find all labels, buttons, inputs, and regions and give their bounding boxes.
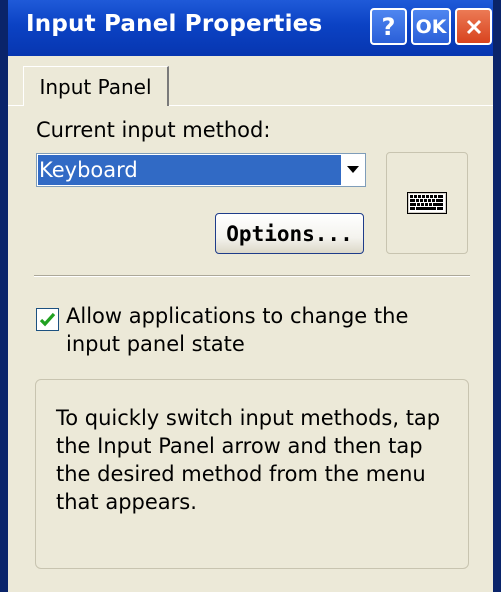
dropdown-button[interactable] (343, 157, 363, 183)
window-border-right (493, 0, 501, 592)
tab-label: Input Panel (39, 74, 152, 99)
checkmark-icon (39, 312, 56, 327)
keyboard-preview (386, 152, 468, 254)
properties-window: Input Panel Properties ? OK Input Panel … (0, 0, 501, 592)
help-icon: ? (381, 12, 396, 41)
ok-button[interactable]: OK (411, 8, 451, 45)
allow-change-label[interactable]: Allow applications to change the input p… (66, 302, 466, 358)
chevron-down-icon (347, 166, 359, 173)
close-button[interactable] (455, 8, 492, 45)
title-bar[interactable]: Input Panel Properties ? OK (0, 0, 501, 56)
help-button[interactable]: ? (370, 8, 407, 45)
options-button-label: Options... (226, 221, 353, 246)
input-method-dropdown[interactable]: Keyboard (36, 153, 366, 187)
info-text: To quickly switch input methods, tap the… (56, 406, 441, 514)
close-icon (466, 19, 481, 34)
window-title: Input Panel Properties (26, 11, 323, 37)
keyboard-icon (407, 192, 447, 214)
dialog-content: Input Panel Current input method: Keyboa… (8, 56, 493, 592)
ok-icon: OK (415, 15, 447, 38)
info-panel: To quickly switch input methods, tap the… (35, 379, 469, 569)
window-border-left (0, 0, 8, 592)
tab-input-panel[interactable]: Input Panel (23, 66, 169, 106)
allow-change-checkbox[interactable] (36, 308, 59, 331)
input-method-selected-value: Keyboard (38, 155, 341, 185)
tab-divider (169, 105, 493, 106)
separator (34, 275, 470, 277)
input-method-label: Current input method: (36, 118, 271, 142)
tab-divider (8, 105, 23, 106)
options-button[interactable]: Options... (215, 213, 364, 254)
